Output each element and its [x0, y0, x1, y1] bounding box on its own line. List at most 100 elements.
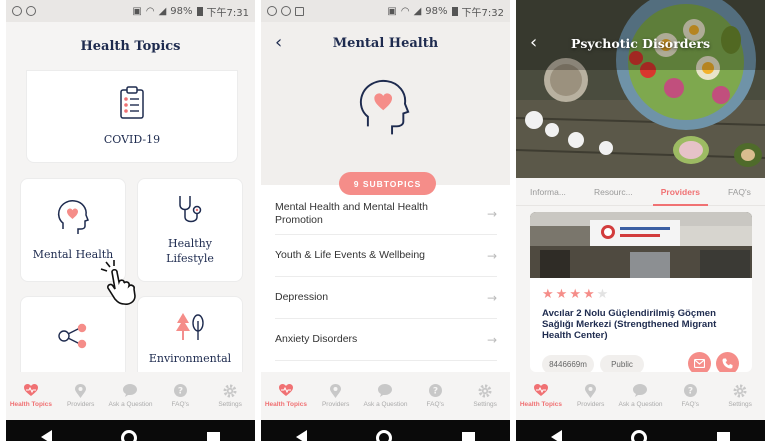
star-empty-icon: ★	[596, 287, 609, 302]
tab-ask-question[interactable]: Ask a Question	[616, 383, 664, 408]
nfc-icon: ▣	[387, 5, 397, 17]
image-notification-icon	[295, 6, 304, 16]
clock: 下午7:32	[461, 7, 504, 19]
tab-information[interactable]: Informa...	[530, 178, 566, 206]
call-button[interactable]	[716, 352, 739, 372]
heart-pulse-icon	[23, 384, 38, 396]
arrow-right-icon: →	[486, 332, 497, 347]
tab-label: Health Topics	[264, 401, 307, 408]
tab-label: Ask a Question	[363, 401, 408, 408]
tab-label: FAQ's	[171, 401, 190, 408]
tab-providers[interactable]: Providers	[567, 383, 615, 408]
signal-icon: ◢	[158, 5, 167, 17]
star-filled-icon: ★	[555, 287, 568, 302]
subtopic-item[interactable]: Depression →	[275, 277, 497, 319]
page-title: Health Topics	[80, 38, 181, 54]
tab-faqs[interactable]: ? FAQ's	[411, 383, 459, 408]
arrow-right-icon: →	[486, 248, 497, 263]
type-chip: Public	[600, 355, 644, 372]
tab-faqs[interactable]: ? FAQ's	[156, 383, 204, 408]
tab-settings[interactable]: Settings	[716, 383, 764, 408]
subtopics-count-badge: 9 SUBTOPICS	[339, 172, 436, 195]
star-filled-icon: ★	[582, 287, 595, 302]
tab-faqs[interactable]: FAQ's	[728, 178, 751, 206]
nav-back-button[interactable]	[295, 430, 307, 441]
page-title: Mental Health	[332, 36, 439, 51]
tab-settings[interactable]: Settings	[461, 383, 509, 408]
nav-home-button[interactable]	[631, 430, 648, 441]
network-people-icon	[58, 323, 87, 349]
chat-bubble-icon	[123, 384, 138, 397]
nav-recents-button[interactable]	[717, 432, 731, 441]
rating-stars: ★ ★ ★ ★ ★	[542, 287, 608, 302]
subtopic-list: Mental Health and Mental Health Promotio…	[261, 185, 510, 372]
bottom-tab-bar: Health Topics Providers Ask a Question ?…	[516, 372, 765, 417]
nav-recents-button[interactable]	[207, 432, 221, 441]
location-pin-icon	[330, 383, 342, 398]
chat-bubble-icon	[378, 384, 393, 397]
head-heart-icon	[57, 199, 89, 234]
arrow-right-icon: →	[486, 206, 497, 221]
location-pin-icon	[75, 383, 87, 398]
bottom-tab-bar: Health Topics Providers Ask a Question ?…	[6, 372, 255, 417]
clock: 下午7:31	[206, 7, 249, 19]
head-heart-icon	[359, 79, 410, 135]
notification-icon	[26, 6, 36, 16]
topic-card-healthy-lifestyle[interactable]: Healthy Lifestyle	[137, 178, 243, 282]
subtopic-label: Mental Health and Mental Health Promotio…	[275, 200, 428, 226]
gear-icon	[733, 384, 747, 397]
topic-tabs: Informa... Resourc... Providers FAQ's	[516, 178, 765, 206]
phone-psychotic-disorders: ‹ Psychotic Disorders Informa... Resourc…	[516, 0, 765, 441]
topic-card-label: COVID-19	[103, 133, 161, 146]
topic-card-covid[interactable]: COVID-19	[26, 70, 238, 163]
battery-percent: 98%	[170, 5, 193, 17]
heart-pulse-icon	[278, 384, 293, 396]
tab-ask-question[interactable]: Ask a Question	[106, 383, 154, 408]
star-filled-icon: ★	[569, 287, 581, 302]
battery-icon	[196, 6, 203, 16]
screenshot-collage: ▣ ◠ ◢ 98% 下午7:31 Health Topics COVID-19 Ment…	[0, 0, 769, 441]
distance-chip: 8446669m	[542, 355, 594, 372]
nav-back-button[interactable]	[550, 430, 562, 441]
subtopic-label: Youth & Life Events & Wellbeing	[275, 249, 426, 261]
subtopic-item[interactable]: Mental Health and Mental Health Promotio…	[275, 193, 497, 235]
nav-back-button[interactable]	[40, 430, 52, 441]
hero-food-photo: ‹ Psychotic Disorders	[516, 0, 765, 178]
location-pin-icon	[585, 383, 597, 398]
nfc-icon: ▣	[132, 5, 142, 17]
nav-home-button[interactable]	[121, 430, 138, 441]
tab-ask-question[interactable]: Ask a Question	[361, 383, 409, 408]
question-circle-icon: ?	[428, 384, 442, 397]
tab-resources[interactable]: Resourc...	[594, 178, 633, 206]
provider-card[interactable]: ★ ★ ★ ★ ★ Avcılar 2 Nolu Güçlendirilmiş Göçm…	[530, 212, 752, 372]
star-filled-icon: ★	[542, 287, 554, 302]
tab-health-topics[interactable]: Health Topics	[7, 383, 55, 408]
svg-text:?: ?	[433, 387, 438, 397]
nav-recents-button[interactable]	[462, 432, 476, 441]
tab-label: Providers	[576, 401, 605, 408]
tab-label: Settings	[218, 401, 242, 408]
phone-health-topics: ▣ ◠ ◢ 98% 下午7:31 Health Topics COVID-19 Ment…	[6, 0, 255, 441]
nav-home-button[interactable]	[376, 430, 393, 441]
gear-icon	[223, 384, 237, 397]
tab-health-topics[interactable]: Health Topics	[517, 383, 565, 408]
tab-settings[interactable]: Settings	[206, 383, 254, 408]
tab-label: Health Topics	[519, 401, 562, 408]
clipboard-checklist-icon	[120, 86, 144, 119]
question-circle-icon: ?	[683, 384, 697, 397]
subtopic-item[interactable]: Anxiety Disorders →	[275, 319, 497, 361]
system-nav-bar	[6, 420, 255, 441]
svg-text:?: ?	[688, 387, 693, 397]
tab-providers[interactable]: Providers	[312, 383, 360, 408]
system-nav-bar	[516, 420, 765, 441]
email-button[interactable]	[688, 352, 711, 372]
notification-icon	[12, 6, 22, 16]
wifi-icon: ◠	[400, 5, 410, 17]
subtopic-item[interactable]: Youth & Life Events & Wellbeing →	[275, 235, 497, 277]
page-title: Psychotic Disorders	[570, 36, 711, 51]
tab-providers[interactable]: Providers	[57, 383, 105, 408]
tab-providers[interactable]: Providers	[652, 178, 709, 206]
tab-health-topics[interactable]: Health Topics	[262, 383, 310, 408]
bottom-tab-bar: Health Topics Providers Ask a Question ?…	[261, 372, 510, 417]
tab-faqs[interactable]: ? FAQ's	[666, 383, 714, 408]
